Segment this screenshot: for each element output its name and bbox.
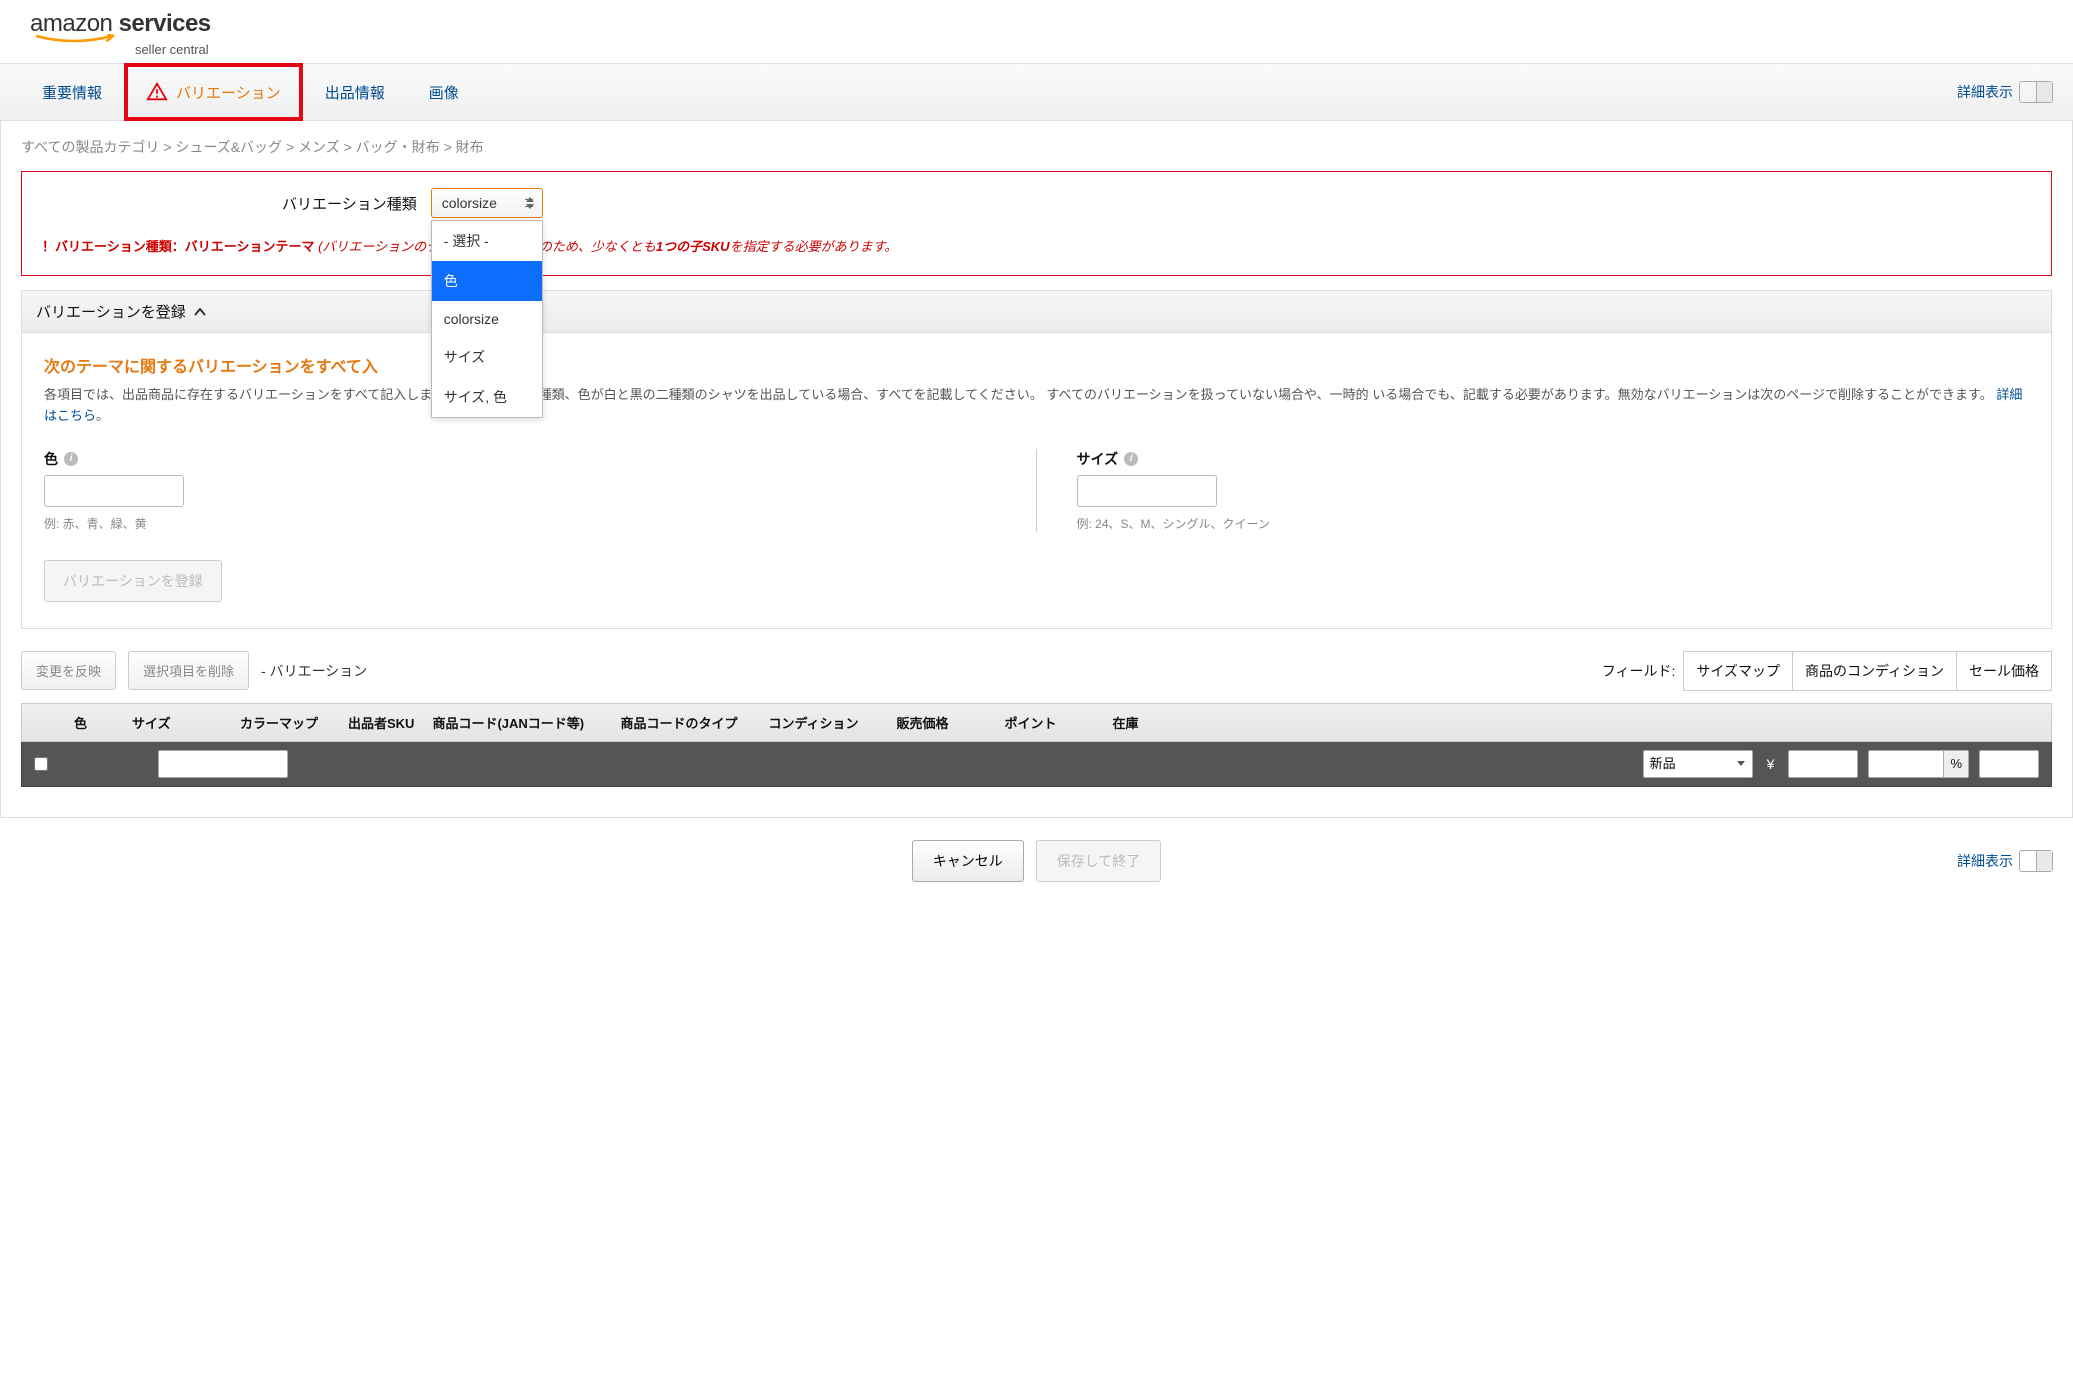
variation-type-dropdown: - 選択 - 色 colorsize サイズ サイズ, 色 — [431, 220, 543, 418]
section-header[interactable]: バリエーションを登録 — [21, 290, 2052, 333]
main-panel: すべての製品カテゴリ > シューズ&バッグ > メンズ > バッグ・財布 > 財… — [0, 121, 2073, 818]
info-icon[interactable]: i — [64, 452, 78, 466]
tab-vital-info[interactable]: 重要情報 — [20, 64, 124, 121]
color-hint: 例: 赤、青、緑、黄 — [44, 515, 996, 532]
tab-variation-label: バリエーション — [176, 82, 281, 103]
err-part2: のため、少なくとも — [539, 239, 656, 254]
breadcrumb: すべての製品カテゴリ > シューズ&バッグ > メンズ > バッグ・財布 > 財… — [21, 135, 2052, 171]
field-tag[interactable]: 商品のコンディション — [1793, 651, 1957, 691]
field-tag[interactable]: サイズマップ — [1683, 651, 1793, 691]
tab-images[interactable]: 画像 — [407, 64, 481, 121]
detail-toggle-bottom[interactable]: 詳細表示 — [1957, 850, 2053, 872]
row-points-input[interactable] — [1868, 750, 1944, 778]
amazon-logo: amazon services seller central — [30, 10, 211, 57]
row-stock-input[interactable] — [1979, 750, 2039, 778]
yen-symbol: ¥ — [1763, 756, 1779, 772]
th-condition: コンディション — [768, 713, 878, 732]
chevron-up-icon — [194, 308, 206, 316]
table-header: 色 サイズ カラーマップ 出品者SKU 商品コード(JANコード等) 商品コード… — [21, 703, 2052, 742]
updown-icon — [526, 197, 534, 209]
err-sku: 1つの子SKU — [656, 239, 730, 254]
color-field-col: 色i 例: 赤、青、緑、黄 — [44, 449, 1037, 532]
error-message: ！バリエーション種類：バリエーションテーマ (バリエーションのテー のため、少な… — [42, 236, 2031, 255]
row-checkbox[interactable] — [34, 757, 48, 771]
variation-heading: 次のテーマに関するバリエーションをすべて入 。 — [44, 353, 2029, 377]
section-title: バリエーションを登録 — [36, 301, 186, 322]
row-colormap-input[interactable] — [158, 750, 288, 778]
footer-row: キャンセル 保存して終了 詳細表示 — [0, 818, 2073, 892]
logo-text-1: amazon — [30, 10, 119, 37]
save-and-finish-button: 保存して終了 — [1036, 840, 1162, 882]
info-icon[interactable]: i — [1124, 452, 1138, 466]
color-input[interactable] — [44, 475, 184, 507]
dropdown-option[interactable]: 色 — [432, 261, 542, 301]
cancel-button[interactable]: キャンセル — [912, 840, 1024, 882]
err-part3: を指定する必要があります。 — [730, 239, 898, 254]
th-color: 色 — [74, 713, 114, 732]
logo-region: amazon services seller central — [0, 0, 2073, 63]
th-colormap: カラーマップ — [240, 713, 330, 732]
section-body: 次のテーマに関するバリエーションをすべて入 。 各項目では、出品商品に存在するバ… — [21, 333, 2052, 629]
size-label: サイズ — [1077, 449, 1119, 469]
dropdown-option[interactable]: - 選択 - — [432, 221, 542, 261]
dropdown-option[interactable]: サイズ, 色 — [432, 377, 542, 417]
color-label: 色 — [44, 449, 58, 469]
warning-icon — [146, 81, 168, 103]
tab-variation[interactable]: バリエーション — [124, 63, 303, 121]
variation-type-value: colorsize — [442, 195, 497, 211]
th-size: サイズ — [132, 713, 222, 732]
variation-table: 色 サイズ カラーマップ 出品者SKU 商品コード(JANコード等) 商品コード… — [21, 703, 2052, 787]
variation-type-select-button[interactable]: colorsize — [431, 188, 543, 218]
variation-count-label: - バリエーション — [261, 661, 367, 681]
fields-prefix: フィールド: — [1602, 661, 1676, 681]
logo-text-2: services — [119, 10, 211, 37]
detail-toggle-label: 詳細表示 — [1957, 851, 2013, 871]
variation-type-select[interactable]: colorsize - 選択 - 色 colorsize サイズ サイズ, 色 — [431, 188, 543, 218]
register-variation-button: バリエーションを登録 — [44, 560, 222, 602]
logo-subtext: seller central — [30, 42, 211, 57]
row-condition-select[interactable]: 新品 — [1643, 750, 1753, 778]
row-price-input[interactable] — [1788, 750, 1858, 778]
detail-toggle-label: 詳細表示 — [1957, 82, 2013, 102]
th-codetype: 商品コードのタイプ — [620, 713, 750, 732]
dropdown-option[interactable]: サイズ — [432, 337, 542, 377]
err-prefix: ！バリエーション種類：バリエーションテーマ — [42, 239, 318, 254]
action-row: 変更を反映 選択項目を削除 - バリエーション フィールド: サイズマップ 商品… — [21, 651, 2052, 691]
th-price: 販売価格 — [896, 713, 986, 732]
percent-label: % — [1944, 750, 1969, 778]
tabs-bar: 重要情報 バリエーション 出品情報 画像 詳細表示 — [0, 63, 2073, 121]
toggle-switch-icon — [2019, 850, 2053, 872]
error-panel: バリエーション種類 colorsize - 選択 - 色 colorsize サ… — [21, 171, 2052, 276]
dropdown-option[interactable]: colorsize — [432, 301, 542, 337]
delete-selected-button[interactable]: 選択項目を削除 — [128, 651, 249, 690]
size-hint: 例: 24、S、M、シングル、クイーン — [1077, 515, 2030, 532]
th-jancode: 商品コード(JANコード等) — [432, 713, 602, 732]
size-field-col: サイズ i 例: 24、S、M、シングル、クイーン — [1037, 449, 2030, 532]
detail-toggle-top[interactable]: 詳細表示 — [1957, 81, 2053, 103]
th-points: ポイント — [1004, 713, 1094, 732]
th-stock: 在庫 — [1112, 713, 1172, 732]
size-input[interactable] — [1077, 475, 1217, 507]
variation-type-label: バリエーション種類 — [282, 193, 417, 214]
th-sku: 出品者SKU — [348, 713, 414, 732]
tab-offer[interactable]: 出品情報 — [303, 64, 407, 121]
field-tag[interactable]: セール価格 — [1957, 651, 2052, 691]
toggle-switch-icon — [2019, 81, 2053, 103]
variation-description: 各項目では、出品商品に存在するバリエーションをすべて記入します。た 中、小の三種… — [44, 385, 2029, 427]
apply-changes-button[interactable]: 変更を反映 — [21, 651, 116, 690]
table-row: 新品 ¥ % — [21, 742, 2052, 787]
